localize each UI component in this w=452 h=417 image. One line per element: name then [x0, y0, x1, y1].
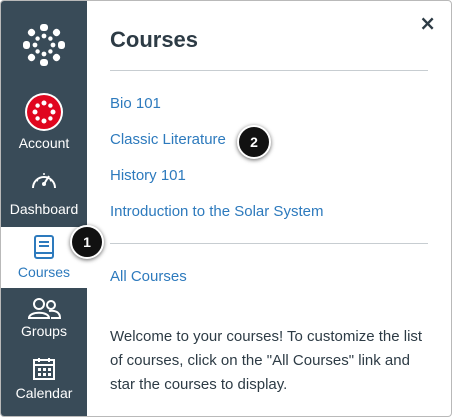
- all-courses-link[interactable]: All Courses: [110, 268, 187, 285]
- canvas-logo[interactable]: [1, 1, 87, 89]
- dashboard-icon: [32, 173, 56, 189]
- courses-tray-screenshot: Account Dashboard Courses Groups Calenda…: [0, 0, 452, 417]
- sidebar-item-label: Calendar: [15, 385, 73, 401]
- sidebar-item-dashboard[interactable]: Dashboard: [1, 169, 87, 221]
- close-icon[interactable]: ×: [419, 11, 436, 35]
- avatar-icon: [27, 95, 61, 129]
- tray-title: Courses: [110, 27, 199, 52]
- divider: [110, 243, 428, 244]
- courses-icon: [34, 235, 54, 259]
- divider: [110, 70, 428, 71]
- sidebar-item-calendar[interactable]: Calendar: [1, 357, 87, 411]
- course-link-history-101[interactable]: History 101: [110, 167, 186, 184]
- sidebar-item-label: Courses: [17, 264, 71, 280]
- canvas-logo-icon: [23, 24, 65, 66]
- global-navigation: Account Dashboard Courses Groups Calenda…: [1, 1, 87, 416]
- sidebar-item-label: Account: [18, 135, 70, 151]
- sidebar-item-label: Groups: [21, 323, 67, 339]
- groups-icon: [27, 298, 61, 319]
- sidebar-item-groups[interactable]: Groups: [1, 297, 87, 345]
- courses-tray: × Courses Bio 101 Classic Literature His…: [87, 1, 451, 416]
- sidebar-item-account[interactable]: Account: [1, 95, 87, 157]
- course-link-solar-system[interactable]: Introduction to the Solar System: [110, 203, 323, 220]
- callout-badge-1: 1: [70, 225, 104, 259]
- course-link-bio-101[interactable]: Bio 101: [110, 95, 161, 112]
- callout-badge-2: 2: [237, 125, 271, 159]
- sidebar-item-label: Dashboard: [9, 201, 79, 217]
- welcome-message: Welcome to your courses! To customize th…: [110, 328, 423, 393]
- calendar-icon: [33, 358, 55, 380]
- course-link-classic-literature[interactable]: Classic Literature: [110, 131, 226, 148]
